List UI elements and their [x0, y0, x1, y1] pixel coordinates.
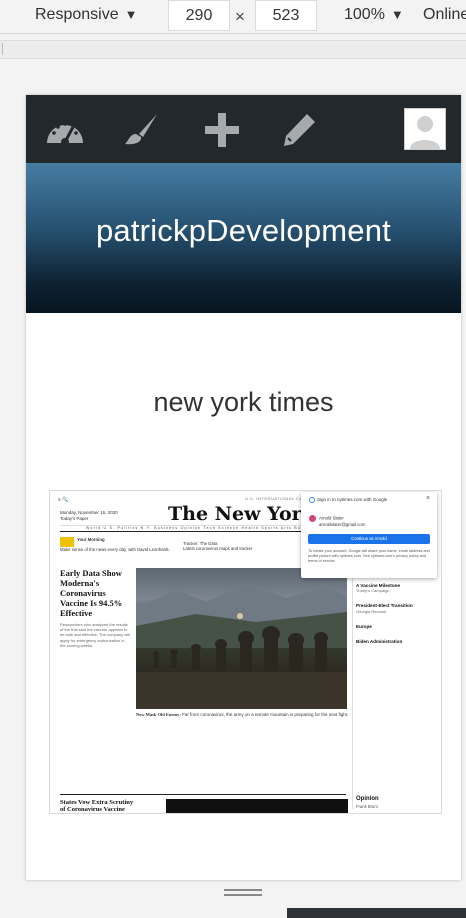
tracker-text: Latest coronavirus maps and tracker — [183, 546, 253, 551]
user-avatar[interactable] — [404, 108, 446, 150]
nyt-menu-search: ≡ 🔍 — [58, 497, 69, 503]
nyt-video-thumbnail — [166, 799, 348, 813]
customize-brush-icon[interactable] — [118, 107, 164, 153]
device-mode-dropdown[interactable]: Responsive ▼ — [35, 6, 137, 24]
nyt-soldiers-photo — [136, 568, 347, 709]
nyt-opinion-author: Frank Bruni — [356, 804, 378, 809]
nyt-tracker: Tracker: The Data Latest coronavirus map… — [183, 541, 253, 551]
chevron-down-icon: ▼ — [124, 7, 138, 22]
ruler-mark — [2, 43, 3, 55]
popup-header: Sign in to nytimes.com with Google — [309, 497, 387, 503]
continue-button: Continue as Arnold — [308, 534, 430, 544]
google-signin-popup: Sign in to nytimes.com with Google × Arn… — [301, 492, 437, 578]
account-avatar — [309, 515, 316, 522]
device-viewport: patrickpDevelopment new york times ≡ 🔍 U… — [26, 95, 461, 880]
section-rule — [60, 794, 346, 795]
account-email: arnoldslater@gmail.com — [319, 522, 366, 527]
site-title[interactable]: patrickpDevelopment — [26, 213, 461, 249]
caption-bold: New Mask Old Enemy: — [136, 712, 181, 717]
nyt-main-headline: Early Data Show Moderna's Coronavirus Va… — [60, 568, 123, 618]
site-header: patrickpDevelopment — [26, 163, 461, 313]
throttle-dropdown[interactable]: Online — [423, 6, 466, 24]
resize-handle[interactable] — [224, 889, 262, 897]
side-item: Biden Administration — [356, 639, 403, 645]
admin-bar — [26, 95, 461, 163]
edit-pencil-icon[interactable] — [276, 107, 322, 153]
new-content-plus-icon[interactable] — [199, 107, 245, 153]
popup-account: Arnold Slater arnoldslater@gmail.com — [309, 515, 365, 527]
caption-text: Far from coronavirus, the army on a remo… — [182, 712, 349, 717]
briefing-title: Your Morning — [77, 537, 105, 542]
popup-note: To create your account, Google will shar… — [308, 549, 430, 563]
column-divider — [352, 569, 353, 809]
devtools-toolbar: Responsive ▼ 290 × 523 100% ▼ Online — [0, 0, 466, 34]
account-name: Arnold Slater — [319, 515, 344, 521]
post-title: new york times — [153, 387, 334, 417]
post-featured-image: ≡ 🔍 U.S. INTERNATIONAL CANADA ESPAÑOL 中文… — [49, 490, 442, 814]
viewport-height-input[interactable]: 523 — [255, 0, 317, 31]
nyt-date: Monday, November 16, 2020 Today's Paper — [60, 510, 118, 522]
viewport-width-input[interactable]: 290 — [168, 0, 230, 31]
nyt-todays-paper: Today's Paper — [60, 516, 89, 521]
zoom-dropdown[interactable]: 100% ▼ — [344, 6, 404, 24]
popup-title: Sign in to nytimes.com with Google — [317, 497, 388, 503]
dimension-separator-icon: × — [235, 7, 245, 26]
zoom-label: 100% — [344, 6, 385, 23]
briefing-text: Make sense of the news every day, with D… — [60, 547, 170, 552]
nyt-bottom-headline: States Vow Extra Scrutiny of Coronavirus… — [60, 799, 134, 813]
dashboard-icon[interactable] — [42, 107, 88, 153]
google-g-icon — [309, 497, 315, 503]
nyt-photo-caption: New Mask Old Enemy: Far from coronavirus… — [136, 712, 351, 718]
nyt-opinion-heading: Opinion — [356, 796, 379, 802]
nyt-briefing: Your Morning Make sense of the news ever… — [60, 537, 170, 552]
nyt-sidebar: A Vaccine Milestone Trump's Campaign Pre… — [356, 583, 436, 644]
devtools-drawer-edge — [287, 908, 466, 918]
nyt-lede: Researchers who analyzed the results of … — [60, 622, 130, 648]
close-icon: × — [425, 495, 430, 502]
media-query-ruler — [0, 40, 466, 59]
chevron-down-icon: ▼ — [390, 7, 404, 22]
device-mode-label: Responsive — [35, 6, 119, 23]
briefing-thumbnail — [60, 537, 74, 547]
